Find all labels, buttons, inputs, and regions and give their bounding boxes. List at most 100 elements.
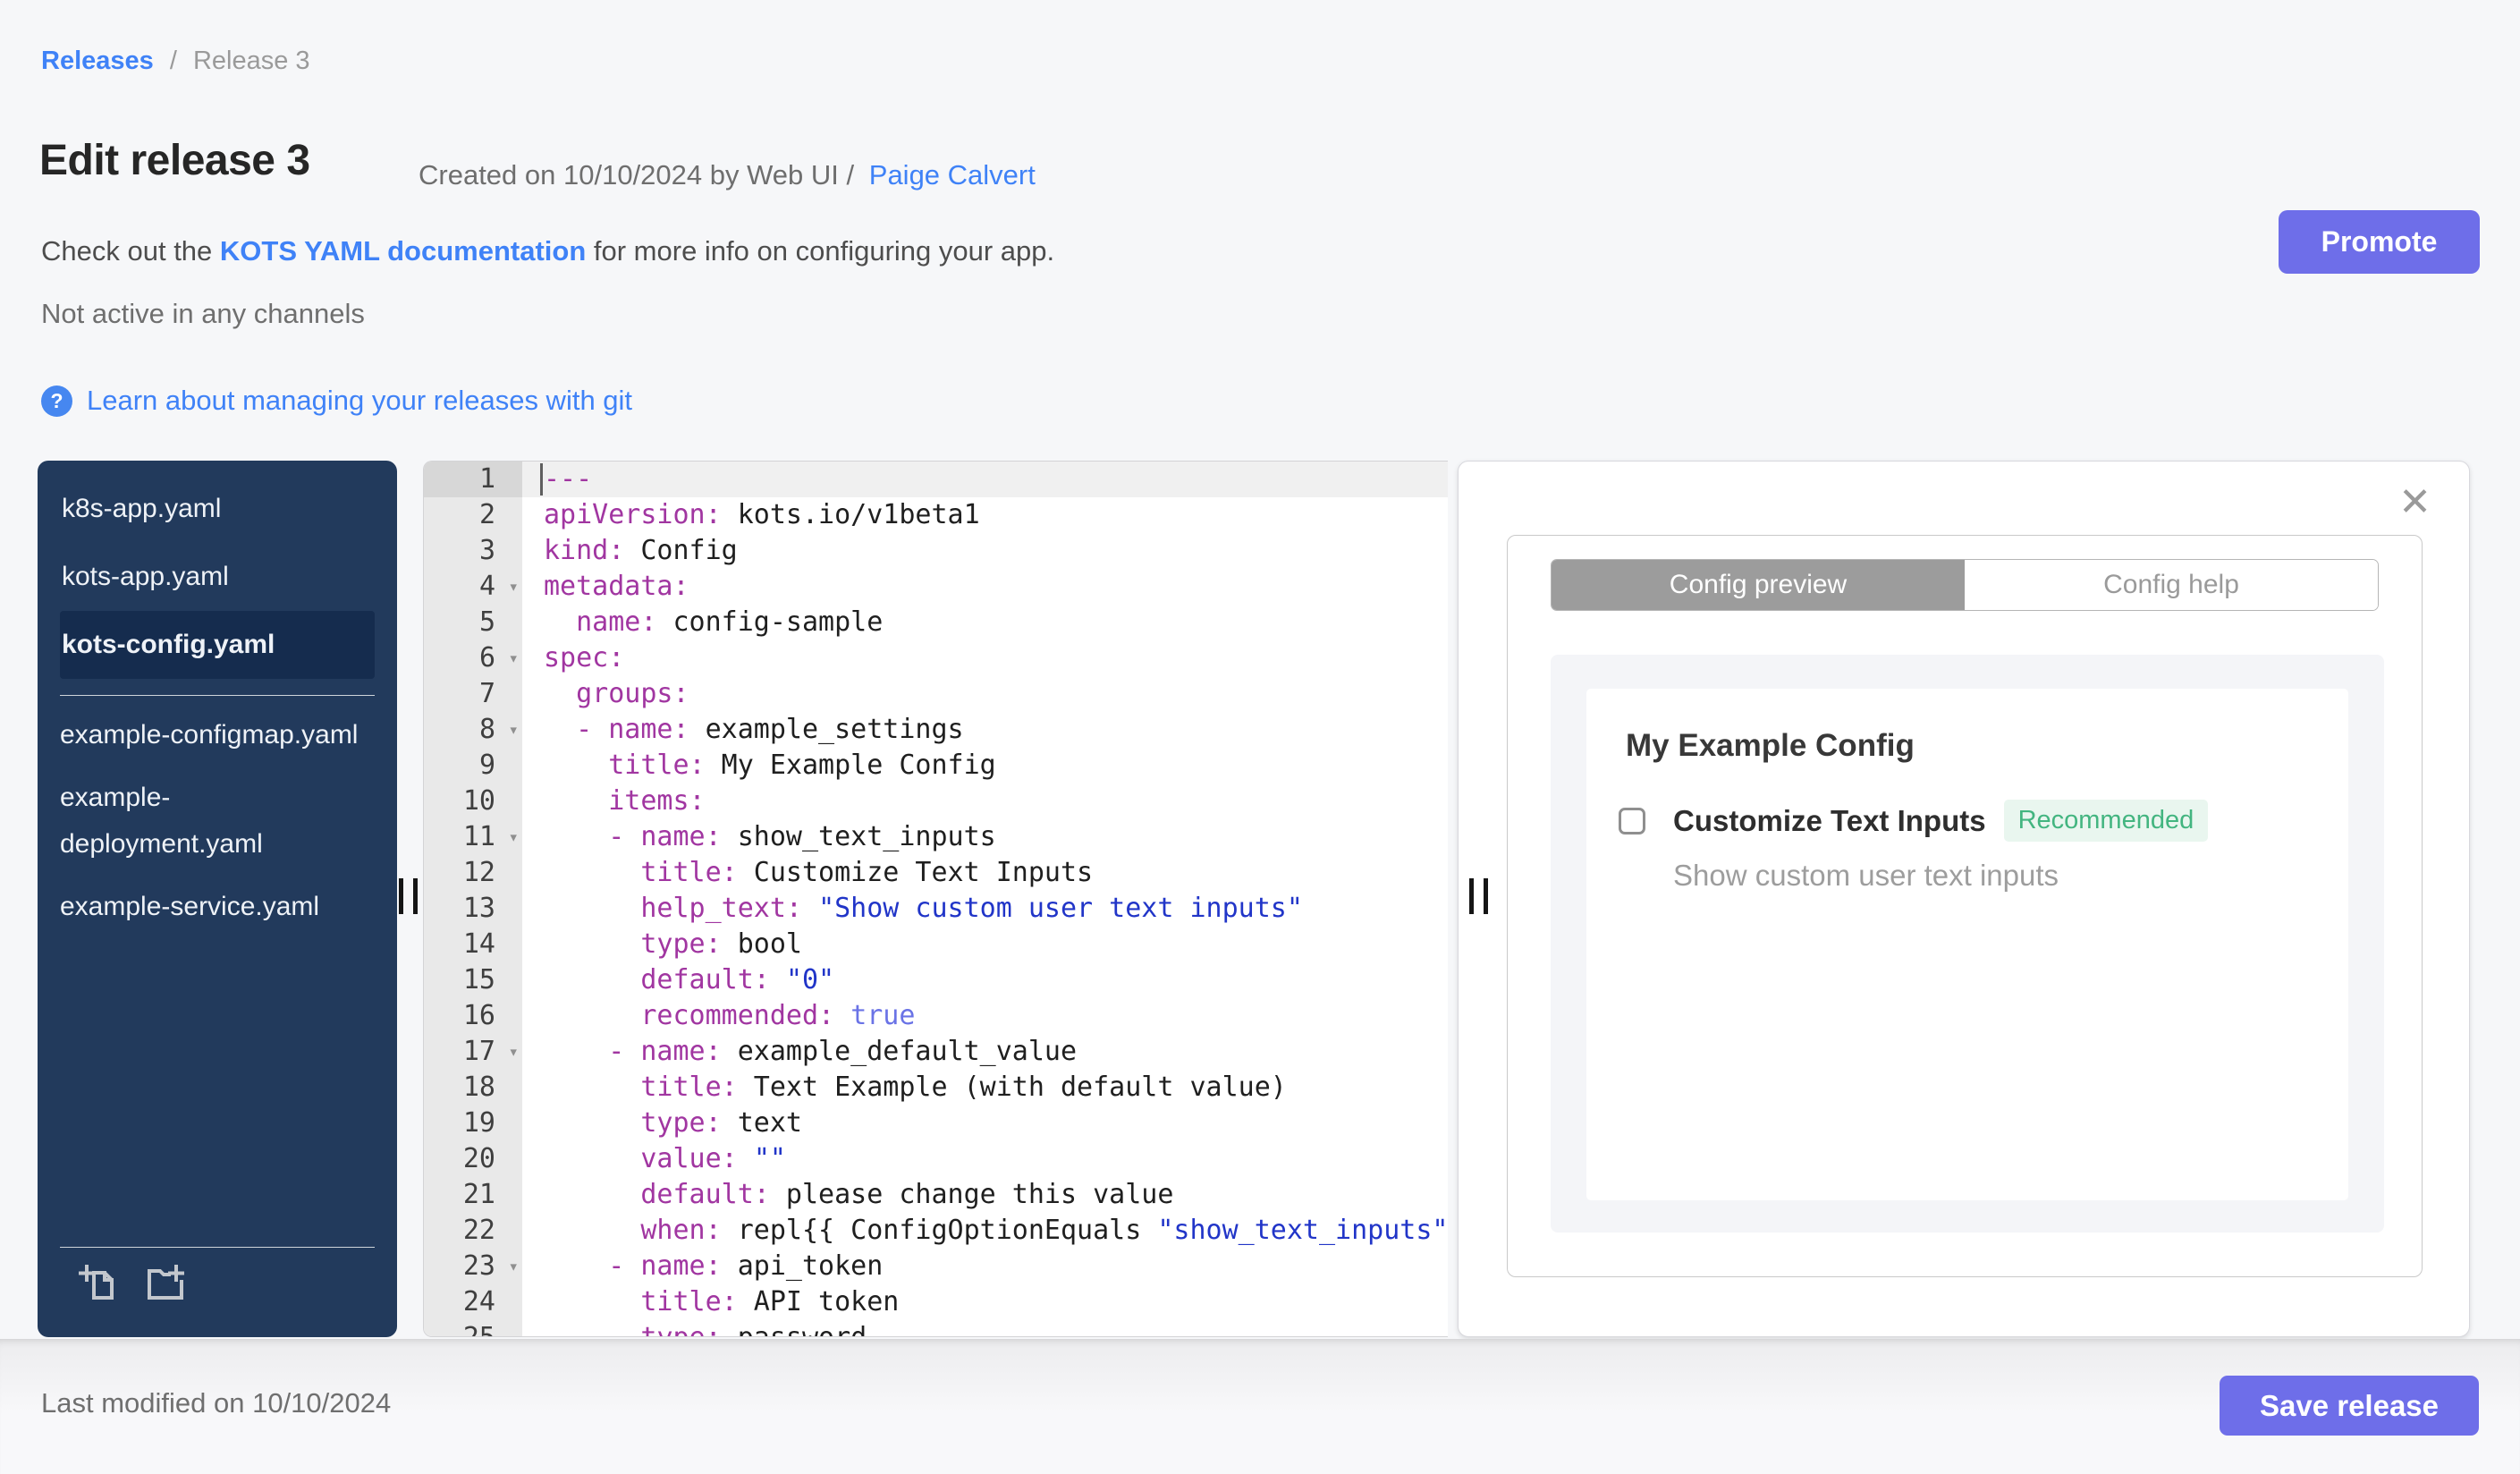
code-line-24[interactable]: 24 title: API token (424, 1284, 1448, 1320)
code-text: title: Customize Text Inputs (640, 857, 1094, 888)
fold-arrow-icon[interactable]: ▾ (509, 712, 519, 748)
new-file-icon[interactable] (78, 1262, 121, 1305)
breadcrumb-current: Release 3 (192, 47, 310, 75)
yaml-code-editor[interactable]: 1 --- 2 apiVersion: kots.io/v1beta1 3 kind: C… (423, 461, 1448, 1337)
file-tree-item-example-service.yaml[interactable]: example-service.yaml (60, 884, 368, 930)
channel-status: Not active in any channels (41, 298, 365, 329)
line-number: 19 (424, 1106, 522, 1141)
line-number: 24 (424, 1284, 522, 1320)
code-line-12[interactable]: 12 title: Customize Text Inputs (424, 855, 1448, 891)
config-group-title: My Example Config (1626, 728, 1915, 763)
fold-arrow-icon[interactable]: ▾ (509, 1034, 519, 1070)
config-area: My Example Config Customize Text Inputs … (1551, 655, 2384, 1233)
code-line-3[interactable]: 3 kind: Config (424, 533, 1448, 569)
sidebar-resize-handle[interactable] (399, 878, 424, 914)
code-text: title: Text Example (with default value) (640, 1072, 1287, 1103)
code-line-5[interactable]: 5 name: config-sample (424, 605, 1448, 640)
file-tree-footer-divider (60, 1247, 375, 1248)
code-line-15[interactable]: 15 default: "0" (424, 962, 1448, 998)
config-preview-panel: ✕ Config preview Config help My Example C… (1458, 461, 2470, 1337)
code-text: title: API token (640, 1286, 900, 1317)
config-item-label[interactable]: Customize Text Inputs (1673, 804, 1986, 838)
code-line-22[interactable]: 22 when: repl{{ ConfigOptionEquals "show… (424, 1213, 1448, 1249)
line-number: 9 (424, 748, 522, 784)
code-line-23[interactable]: 23 ▾ - name: api_token (424, 1249, 1448, 1284)
code-line-17[interactable]: 17 ▾ - name: example_default_value (424, 1034, 1448, 1070)
save-release-button[interactable]: Save release (2220, 1376, 2479, 1436)
line-number: 18 (424, 1070, 522, 1106)
line-number: 14 (424, 927, 522, 962)
fold-arrow-icon[interactable]: ▾ (509, 569, 519, 605)
code-text: default: please change this value (640, 1179, 1174, 1210)
code-line-4[interactable]: 4 ▾ metadata: (424, 569, 1448, 605)
close-icon[interactable]: ✕ (2398, 483, 2431, 522)
line-number: 21 (424, 1177, 522, 1213)
code-text: when: repl{{ ConfigOptionEquals "show_te… (640, 1215, 1448, 1246)
promote-button[interactable]: Promote (2279, 210, 2480, 274)
code-line-14[interactable]: 14 type: bool (424, 927, 1448, 962)
author-link[interactable]: Paige Calvert (869, 159, 1036, 191)
customize-text-inputs-checkbox[interactable] (1619, 807, 1645, 834)
line-number: 25 (424, 1320, 522, 1336)
code-text: default: "0" (640, 964, 835, 995)
docs-line-suffix: for more info on configuring your app. (593, 235, 1055, 267)
line-number: 3 (424, 533, 522, 569)
code-text: - name: example_settings (576, 714, 964, 745)
line-number: 17 ▾ (424, 1034, 522, 1070)
code-text: help_text: "Show custom user text inputs… (640, 893, 1303, 924)
code-text: value: "" (640, 1143, 786, 1174)
breadcrumb-releases-link[interactable]: Releases (41, 47, 154, 75)
code-text: recommended: true (640, 1000, 916, 1031)
code-line-1[interactable]: 1 --- (424, 462, 1448, 497)
config-preview-card: Config preview Config help My Example Con… (1507, 535, 2423, 1277)
file-tree-footer (60, 1247, 375, 1305)
code-line-18[interactable]: 18 title: Text Example (with default val… (424, 1070, 1448, 1106)
code-line-9[interactable]: 9 title: My Example Config (424, 748, 1448, 784)
file-tree-item-example-configmap.yaml[interactable]: example-configmap.yaml (60, 712, 368, 758)
fold-arrow-icon[interactable]: ▾ (509, 1249, 519, 1284)
file-tree-item-k8s-app.yaml[interactable]: k8s-app.yaml (60, 475, 375, 543)
file-tree-sidebar: k8s-app.yaml kots-app.yaml kots-config.yam… (38, 461, 397, 1337)
code-line-7[interactable]: 7 groups: (424, 676, 1448, 712)
code-line-10[interactable]: 10 items: (424, 784, 1448, 819)
new-folder-icon[interactable] (144, 1262, 187, 1305)
code-line-21[interactable]: 21 default: please change this value (424, 1177, 1448, 1213)
file-tree-item-kots-app.yaml[interactable]: kots-app.yaml (60, 543, 375, 611)
tab-config-help[interactable]: Config help (1965, 560, 2378, 610)
code-line-13[interactable]: 13 help_text: "Show custom user text inp… (424, 891, 1448, 927)
created-text: Created on 10/10/2024 by Web UI / (419, 159, 855, 191)
tab-config-preview[interactable]: Config preview (1552, 560, 1965, 610)
kots-yaml-docs-link[interactable]: KOTS YAML documentation (220, 235, 586, 267)
line-number: 22 (424, 1213, 522, 1249)
file-tree-item-example-deployment.yaml[interactable]: example-deployment.yaml (60, 775, 368, 868)
fold-arrow-icon[interactable]: ▾ (509, 819, 519, 855)
code-line-6[interactable]: 6 ▾ spec: (424, 640, 1448, 676)
editor-resize-handle[interactable] (1469, 878, 1494, 914)
code-text: - name: api_token (608, 1250, 884, 1282)
last-modified-text: Last modified on 10/10/2024 (41, 1387, 392, 1419)
file-tree-top-group: k8s-app.yaml kots-app.yaml kots-config.yam… (38, 461, 397, 679)
config-tabs: Config preview Config help (1551, 559, 2379, 611)
fold-arrow-icon[interactable]: ▾ (509, 640, 519, 676)
line-number: 20 (424, 1141, 522, 1177)
docs-line: Check out the KOTS YAML documentation fo… (41, 235, 1054, 267)
config-item-help-text: Show custom user text inputs (1673, 859, 2059, 892)
code-line-19[interactable]: 19 type: text (424, 1106, 1448, 1141)
code-line-25[interactable]: 25 type: password (424, 1320, 1448, 1336)
file-tree-bottom-group: example-configmap.yaml example-deployment… (38, 712, 397, 930)
code-line-8[interactable]: 8 ▾ - name: example_settings (424, 712, 1448, 748)
code-line-2[interactable]: 2 apiVersion: kots.io/v1beta1 (424, 497, 1448, 533)
line-number: 1 (424, 462, 522, 497)
config-item-row: Customize Text Inputs Recommended (1619, 800, 2209, 842)
code-line-11[interactable]: 11 ▾ - name: show_text_inputs (424, 819, 1448, 855)
page-title: Edit release 3 (39, 137, 310, 184)
line-number: 8 ▾ (424, 712, 522, 748)
code-line-16[interactable]: 16 recommended: true (424, 998, 1448, 1034)
breadcrumb: Releases / Release 3 (41, 47, 310, 76)
code-line-20[interactable]: 20 value: "" (424, 1141, 1448, 1177)
line-number: 5 (424, 605, 522, 640)
help-circle-icon: ? (41, 385, 72, 417)
file-tree-item-kots-config.yaml[interactable]: kots-config.yaml (60, 611, 375, 679)
line-number: 10 (424, 784, 522, 819)
git-releases-link[interactable]: Learn about managing your releases with … (87, 385, 632, 417)
